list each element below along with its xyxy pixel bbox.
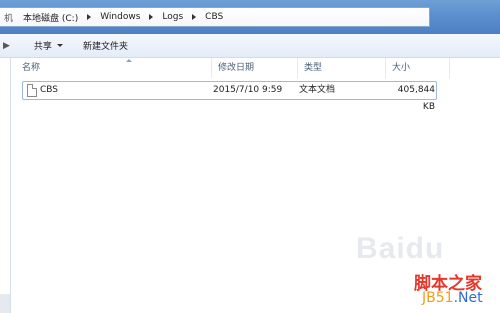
explorer-window: 机 本地磁盘 (C:) Windows Logs CBS ▶ 共享 新建文件夹 … xyxy=(0,0,500,313)
column-header-name-label: 名称 xyxy=(22,63,41,73)
column-header-type-label: 类型 xyxy=(304,63,323,73)
watermark-domain: JB51.Net xyxy=(422,290,483,306)
watermark-domain-part2: .Net xyxy=(453,290,483,306)
watermark: Baidu 脚本之家 JB51.Net xyxy=(296,224,500,313)
new-folder-button[interactable]: 新建文件夹 xyxy=(77,39,134,52)
file-type: 文本文档 xyxy=(299,85,336,95)
address-bar[interactable]: 机 本地磁盘 (C:) Windows Logs CBS xyxy=(0,7,430,27)
file-date: 2015/7/10 9:59 xyxy=(213,85,283,95)
sort-up-icon xyxy=(126,59,132,62)
navigation-scrollbar[interactable] xyxy=(0,294,10,313)
breadcrumb-logs[interactable]: Logs xyxy=(160,12,185,22)
baidu-watermark-logo: Baidu xyxy=(356,232,445,265)
column-header-type[interactable]: 类型 xyxy=(298,58,386,78)
file-size: 405,844 KB xyxy=(397,85,435,112)
chevron-down-icon xyxy=(56,44,63,47)
breadcrumb-separator-icon[interactable] xyxy=(87,14,92,20)
breadcrumb-cbs[interactable]: CBS xyxy=(203,12,225,22)
share-button[interactable]: 共享 xyxy=(28,39,69,52)
navigation-pane[interactable] xyxy=(0,58,11,313)
file-row[interactable]: CBS 2015/7/10 9:59 文本文档 405,844 KB xyxy=(22,81,437,112)
file-name: CBS xyxy=(40,85,59,95)
command-bar: ▶ 共享 新建文件夹 xyxy=(0,34,500,58)
breadcrumb-windows[interactable]: Windows xyxy=(98,12,142,22)
column-header-size[interactable]: 大小 xyxy=(386,58,450,78)
column-header-date-label: 修改日期 xyxy=(218,63,255,73)
breadcrumb-separator-icon[interactable] xyxy=(149,14,154,20)
column-headers: 名称 修改日期 类型 大小 xyxy=(12,58,500,78)
text-file-icon xyxy=(27,84,37,97)
breadcrumb-local-disk[interactable]: 本地磁盘 (C:) xyxy=(21,11,80,24)
column-header-size-label: 大小 xyxy=(392,63,411,73)
column-header-date[interactable]: 修改日期 xyxy=(212,58,298,78)
watermark-domain-part1: JB51 xyxy=(422,290,454,306)
share-label: 共享 xyxy=(33,42,52,52)
column-header-name[interactable]: 名称 xyxy=(16,58,212,78)
new-folder-label: 新建文件夹 xyxy=(82,42,128,52)
breadcrumb-computer[interactable]: 机 xyxy=(4,11,13,24)
organize-button-partial[interactable]: ▶ xyxy=(3,41,10,51)
breadcrumb-separator-icon[interactable] xyxy=(192,14,197,20)
address-row: 机 本地磁盘 (C:) Windows Logs CBS xyxy=(0,0,500,34)
